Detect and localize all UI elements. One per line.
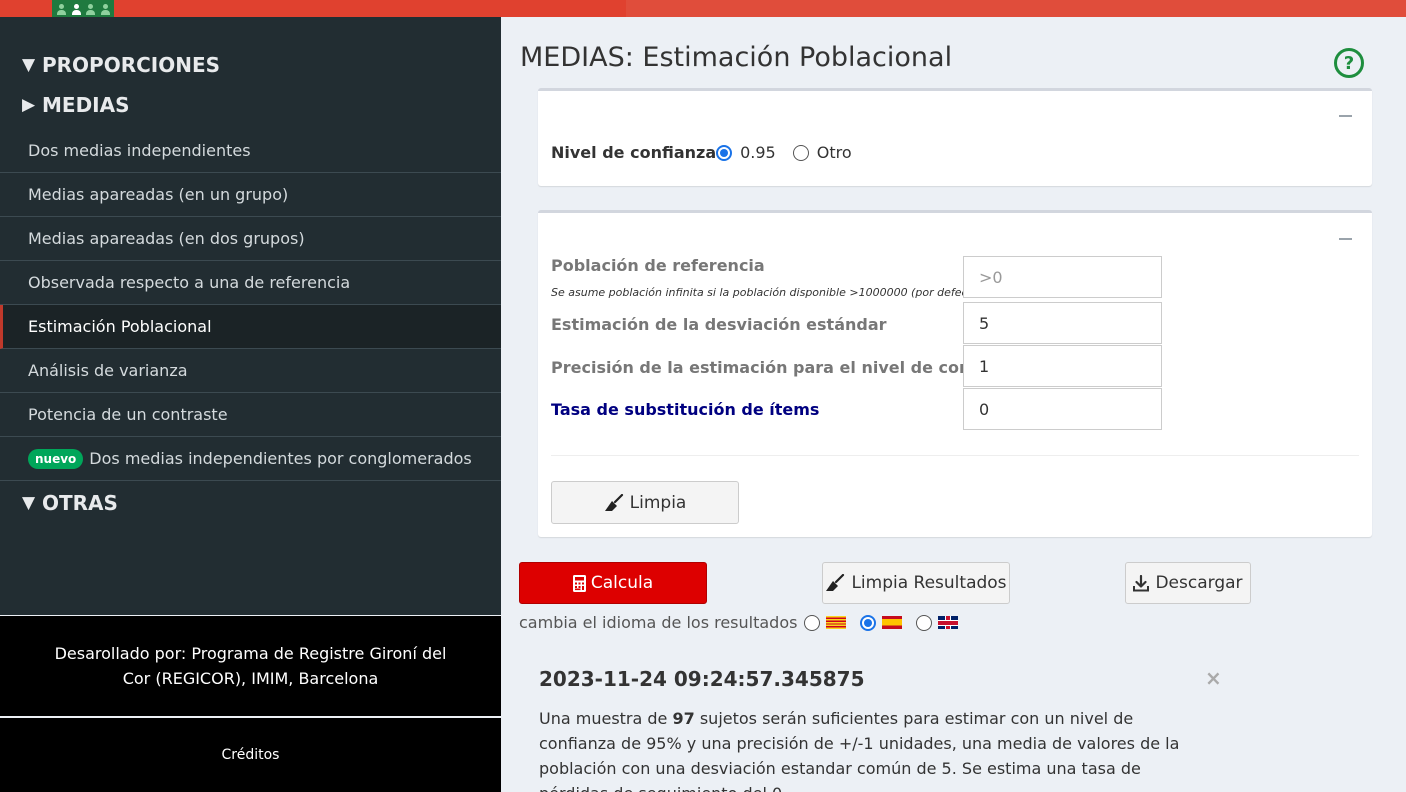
tasa-input[interactable]: 0 [963,388,1162,430]
new-badge: nuevo [28,448,84,469]
sidebar-item-apareadas-dos-grupos[interactable]: Medias apareadas (en dos grupos) [0,217,501,261]
confidence-option-label: Otro [816,143,852,162]
confidence-option-label: 0.95 [740,143,776,162]
tasa-label: Tasa de substitución de ítems [551,400,820,419]
spanish-flag-icon [882,616,903,629]
sidebar-item-label: Análisis de varianza [28,361,188,380]
sidebar-item-label: Observada respecto a una de referencia [28,273,351,292]
limpia-button[interactable]: Limpia [551,481,739,524]
collapse-icon[interactable] [1339,238,1352,240]
sidebar-item-conglomerados[interactable]: nuevo Dos medias independientes por cong… [0,437,501,481]
result-timestamp: 2023-11-24 09:24:57.345875 [539,667,865,691]
confidence-otro-radio[interactable] [792,144,809,161]
poblacion-input[interactable]: >0 [963,256,1162,298]
top-header-bar [0,0,1406,17]
download-icon [1133,574,1150,591]
sidebar-item-label: Dos medias independientes por conglomera… [89,449,472,468]
precision-label: Precisión de la estimación para el nivel… [551,358,1025,377]
sample-size: 97 [672,709,695,728]
limpia-resultados-label: Limpia Resultados [851,573,1007,593]
broom-icon [604,493,623,511]
descargar-button[interactable]: Descargar [1125,562,1251,604]
header-navbar [626,0,1406,17]
confidence-radio-group: Nivel de confianza 0.95 Otro [551,143,852,162]
broom-icon [826,574,845,591]
sidebar-item-label: Dos medias independientes [28,141,251,160]
caret-right-icon: ▶ [22,95,36,115]
sidebar-footer-credits: Créditos [0,718,501,792]
catalan-radio[interactable] [804,614,821,631]
sidebar-item-label: Medias apareadas (en dos grupos) [28,229,305,248]
page-title: MEDIAS: Estimación Poblacional [520,42,953,73]
desviacion-input[interactable]: 5 [963,302,1162,344]
spanish-radio[interactable] [860,614,877,631]
caret-down-icon: ▼ [22,55,36,75]
catalan-flag-icon [826,616,847,629]
language-selector: cambia el idioma de los resultados [519,613,972,632]
limpia-resultados-button[interactable]: Limpia Resultados [822,562,1010,604]
precision-input[interactable]: 1 [963,345,1162,387]
parameters-box: Población de referencia Se asume poblaci… [538,210,1372,537]
app-logo-icon[interactable] [52,0,114,17]
caret-down-icon: ▼ [22,493,36,513]
sidebar-item-label: Potencia de un contraste [28,405,228,424]
calculator-icon [572,574,586,592]
sidebar-section-proporciones[interactable]: ▼ PROPORCIONES [22,53,220,77]
confidence-095-radio[interactable] [716,144,733,161]
confidence-label: Nivel de confianza [551,143,717,162]
sidebar-item-label: Medias apareadas (en un grupo) [28,185,289,204]
sidebar-menu-medias: Dos medias independientes Medias aparead… [0,129,501,481]
credits-link[interactable]: Créditos [222,747,280,763]
section-label: OTRAS [42,491,118,515]
sidebar: ▼ PROPORCIONES ▶ MEDIAS Dos medias indep… [0,17,501,615]
sidebar-item-estimacion-poblacional[interactable]: Estimación Poblacional [0,305,501,349]
sidebar-item-observada-referencia[interactable]: Observada respecto a una de referencia [0,261,501,305]
sidebar-footer-credit: Desarollado por: Programa de Registre Gi… [0,616,501,716]
descargar-label: Descargar [1155,573,1243,593]
calcula-button[interactable]: Calcula [519,562,707,604]
collapse-icon[interactable] [1339,115,1352,117]
language-label: cambia el idioma de los resultados [519,613,798,632]
confidence-box: Nivel de confianza 0.95 Otro [538,88,1372,186]
divider [551,455,1359,456]
result-text: Una muestra de 97 sujetos serán suficien… [539,706,1199,792]
uk-flag-icon [938,616,959,629]
sidebar-item-analisis-varianza[interactable]: Análisis de varianza [0,349,501,393]
sidebar-item-label: Estimación Poblacional [28,317,212,336]
desviacion-label: Estimación de la desviación estándar [551,315,887,334]
section-label: PROPORCIONES [42,53,221,77]
sidebar-item-dos-medias[interactable]: Dos medias independientes [0,129,501,173]
calcula-label: Calcula [590,573,654,593]
developer-credit-text: Desarollado por: Programa de Registre Gi… [54,644,447,688]
section-label: MEDIAS [42,93,130,117]
result-text-before: Una muestra de [539,709,673,728]
sidebar-section-otras[interactable]: ▼ OTRAS [22,491,118,515]
sidebar-item-potencia-contraste[interactable]: Potencia de un contraste [0,393,501,437]
sidebar-item-apareadas-un-grupo[interactable]: Medias apareadas (en un grupo) [0,173,501,217]
english-radio[interactable] [916,614,933,631]
poblacion-label: Población de referencia [551,256,765,275]
close-icon[interactable]: × [1205,666,1222,690]
help-icon[interactable]: ? [1334,48,1364,78]
limpia-label: Limpia [629,492,687,513]
poblacion-note: Se asume población infinita si la poblac… [551,286,983,299]
sidebar-section-medias[interactable]: ▶ MEDIAS [22,93,130,117]
